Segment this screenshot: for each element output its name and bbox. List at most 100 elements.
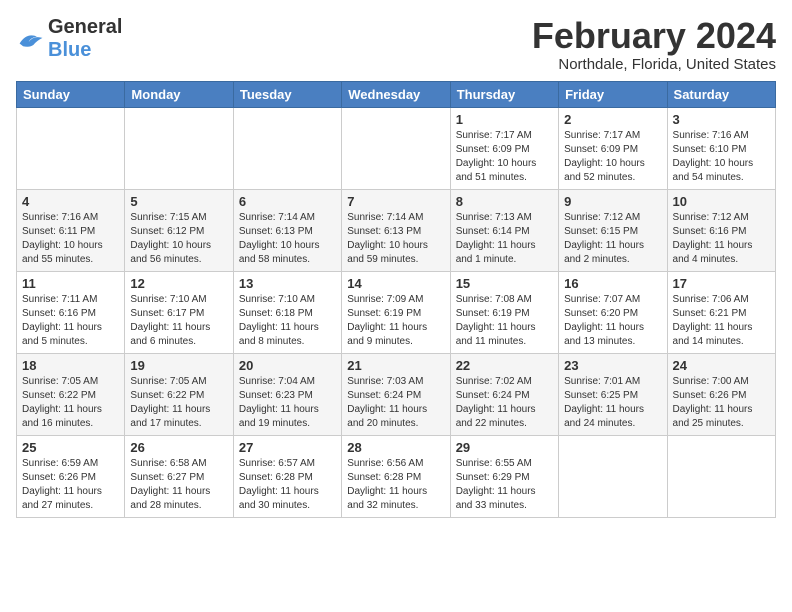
day-number: 29 [456,440,553,455]
cell-content: Sunrise: 7:07 AM Sunset: 6:20 PM Dayligh… [564,293,661,349]
cell-content: Sunrise: 7:12 AM Sunset: 6:16 PM Dayligh… [673,211,770,267]
logo-text-blue: Blue [48,39,91,61]
weekday-header-wednesday: Wednesday [342,81,450,107]
calendar-cell: 18 Sunrise: 7:05 AM Sunset: 6:22 PM Dayli… [17,353,125,435]
cell-content: Sunrise: 7:10 AM Sunset: 6:18 PM Dayligh… [239,293,336,349]
logo-icon [16,31,44,49]
day-number: 6 [239,194,336,209]
cell-content: Sunrise: 7:06 AM Sunset: 6:21 PM Dayligh… [673,293,770,349]
cell-content: Sunrise: 7:15 AM Sunset: 6:12 PM Dayligh… [130,211,227,267]
cell-content: Sunrise: 6:58 AM Sunset: 6:27 PM Dayligh… [130,457,227,513]
day-number: 14 [347,276,444,291]
day-number: 27 [239,440,336,455]
calendar-cell: 21 Sunrise: 7:03 AM Sunset: 6:24 PM Dayli… [342,353,450,435]
calendar-week-1: 1 Sunrise: 7:17 AM Sunset: 6:09 PM Daylig… [17,107,776,189]
calendar-table: SundayMondayTuesdayWednesdayThursdayFrid… [16,81,776,518]
calendar-cell: 10 Sunrise: 7:12 AM Sunset: 6:16 PM Dayli… [667,189,775,271]
day-number: 19 [130,358,227,373]
cell-content: Sunrise: 7:14 AM Sunset: 6:13 PM Dayligh… [347,211,444,267]
cell-content: Sunrise: 7:16 AM Sunset: 6:10 PM Dayligh… [673,129,770,185]
day-number: 10 [673,194,770,209]
calendar-week-3: 11 Sunrise: 7:11 AM Sunset: 6:16 PM Dayli… [17,271,776,353]
calendar-cell: 11 Sunrise: 7:11 AM Sunset: 6:16 PM Dayli… [17,271,125,353]
calendar-cell: 28 Sunrise: 6:56 AM Sunset: 6:28 PM Dayli… [342,435,450,517]
calendar-cell [17,107,125,189]
day-number: 20 [239,358,336,373]
cell-content: Sunrise: 7:05 AM Sunset: 6:22 PM Dayligh… [22,375,119,431]
weekday-header-friday: Friday [559,81,667,107]
cell-content: Sunrise: 6:56 AM Sunset: 6:28 PM Dayligh… [347,457,444,513]
day-number: 9 [564,194,661,209]
weekday-header-monday: Monday [125,81,233,107]
day-number: 24 [673,358,770,373]
cell-content: Sunrise: 7:02 AM Sunset: 6:24 PM Dayligh… [456,375,553,431]
calendar-cell: 8 Sunrise: 7:13 AM Sunset: 6:14 PM Daylig… [450,189,558,271]
day-number: 16 [564,276,661,291]
calendar-cell: 22 Sunrise: 7:02 AM Sunset: 6:24 PM Dayli… [450,353,558,435]
page: General Blue February 2024 Northdale, Fl… [0,0,792,526]
cell-content: Sunrise: 7:17 AM Sunset: 6:09 PM Dayligh… [564,129,661,185]
calendar-cell: 17 Sunrise: 7:06 AM Sunset: 6:21 PM Dayli… [667,271,775,353]
weekday-header-tuesday: Tuesday [233,81,341,107]
calendar-cell [233,107,341,189]
weekday-header-sunday: Sunday [17,81,125,107]
weekday-header-row: SundayMondayTuesdayWednesdayThursdayFrid… [17,81,776,107]
day-number: 26 [130,440,227,455]
weekday-header-saturday: Saturday [667,81,775,107]
day-number: 4 [22,194,119,209]
calendar-cell: 7 Sunrise: 7:14 AM Sunset: 6:13 PM Daylig… [342,189,450,271]
day-number: 7 [347,194,444,209]
calendar-cell: 16 Sunrise: 7:07 AM Sunset: 6:20 PM Dayli… [559,271,667,353]
month-title: February 2024 [532,16,776,56]
logo: General Blue [16,16,122,62]
location: Northdale, Florida, United States [532,56,776,73]
calendar-cell: 2 Sunrise: 7:17 AM Sunset: 6:09 PM Daylig… [559,107,667,189]
day-number: 1 [456,112,553,127]
cell-content: Sunrise: 7:08 AM Sunset: 6:19 PM Dayligh… [456,293,553,349]
calendar-cell: 23 Sunrise: 7:01 AM Sunset: 6:25 PM Dayli… [559,353,667,435]
title-area: February 2024 Northdale, Florida, United… [532,16,776,73]
day-number: 22 [456,358,553,373]
logo-text-general: General [48,16,122,38]
calendar-cell [342,107,450,189]
cell-content: Sunrise: 7:11 AM Sunset: 6:16 PM Dayligh… [22,293,119,349]
cell-content: Sunrise: 7:14 AM Sunset: 6:13 PM Dayligh… [239,211,336,267]
calendar-cell: 13Sunrise: 7:10 AM Sunset: 6:18 PM Dayli… [233,271,341,353]
cell-content: Sunrise: 7:17 AM Sunset: 6:09 PM Dayligh… [456,129,553,185]
header-area: General Blue February 2024 Northdale, Fl… [16,16,776,73]
day-number: 25 [22,440,119,455]
calendar-cell: 24Sunrise: 7:00 AM Sunset: 6:26 PM Dayli… [667,353,775,435]
day-number: 17 [673,276,770,291]
calendar-cell: 12 Sunrise: 7:10 AM Sunset: 6:17 PM Dayli… [125,271,233,353]
calendar-week-4: 18 Sunrise: 7:05 AM Sunset: 6:22 PM Dayli… [17,353,776,435]
calendar-cell: 29Sunrise: 6:55 AM Sunset: 6:29 PM Dayli… [450,435,558,517]
calendar-cell: 3 Sunrise: 7:16 AM Sunset: 6:10 PM Daylig… [667,107,775,189]
day-number: 3 [673,112,770,127]
day-number: 23 [564,358,661,373]
cell-content: Sunrise: 7:10 AM Sunset: 6:17 PM Dayligh… [130,293,227,349]
calendar-cell: 6 Sunrise: 7:14 AM Sunset: 6:13 PM Daylig… [233,189,341,271]
day-number: 8 [456,194,553,209]
day-number: 15 [456,276,553,291]
day-number: 21 [347,358,444,373]
day-number: 12 [130,276,227,291]
calendar-cell: 9Sunrise: 7:12 AM Sunset: 6:15 PM Daylig… [559,189,667,271]
calendar-week-2: 4Sunrise: 7:16 AM Sunset: 6:11 PM Daylig… [17,189,776,271]
cell-content: Sunrise: 7:04 AM Sunset: 6:23 PM Dayligh… [239,375,336,431]
cell-content: Sunrise: 7:13 AM Sunset: 6:14 PM Dayligh… [456,211,553,267]
calendar-cell: 14 Sunrise: 7:09 AM Sunset: 6:19 PM Dayli… [342,271,450,353]
cell-content: Sunrise: 7:09 AM Sunset: 6:19 PM Dayligh… [347,293,444,349]
day-number: 28 [347,440,444,455]
calendar-cell: 5 Sunrise: 7:15 AM Sunset: 6:12 PM Daylig… [125,189,233,271]
weekday-header-thursday: Thursday [450,81,558,107]
calendar-cell [125,107,233,189]
cell-content: Sunrise: 7:01 AM Sunset: 6:25 PM Dayligh… [564,375,661,431]
day-number: 5 [130,194,227,209]
cell-content: Sunrise: 6:59 AM Sunset: 6:26 PM Dayligh… [22,457,119,513]
calendar-cell: 4Sunrise: 7:16 AM Sunset: 6:11 PM Daylig… [17,189,125,271]
cell-content: Sunrise: 7:03 AM Sunset: 6:24 PM Dayligh… [347,375,444,431]
day-number: 11 [22,276,119,291]
calendar-week-5: 25 Sunrise: 6:59 AM Sunset: 6:26 PM Dayli… [17,435,776,517]
day-number: 2 [564,112,661,127]
day-number: 18 [22,358,119,373]
